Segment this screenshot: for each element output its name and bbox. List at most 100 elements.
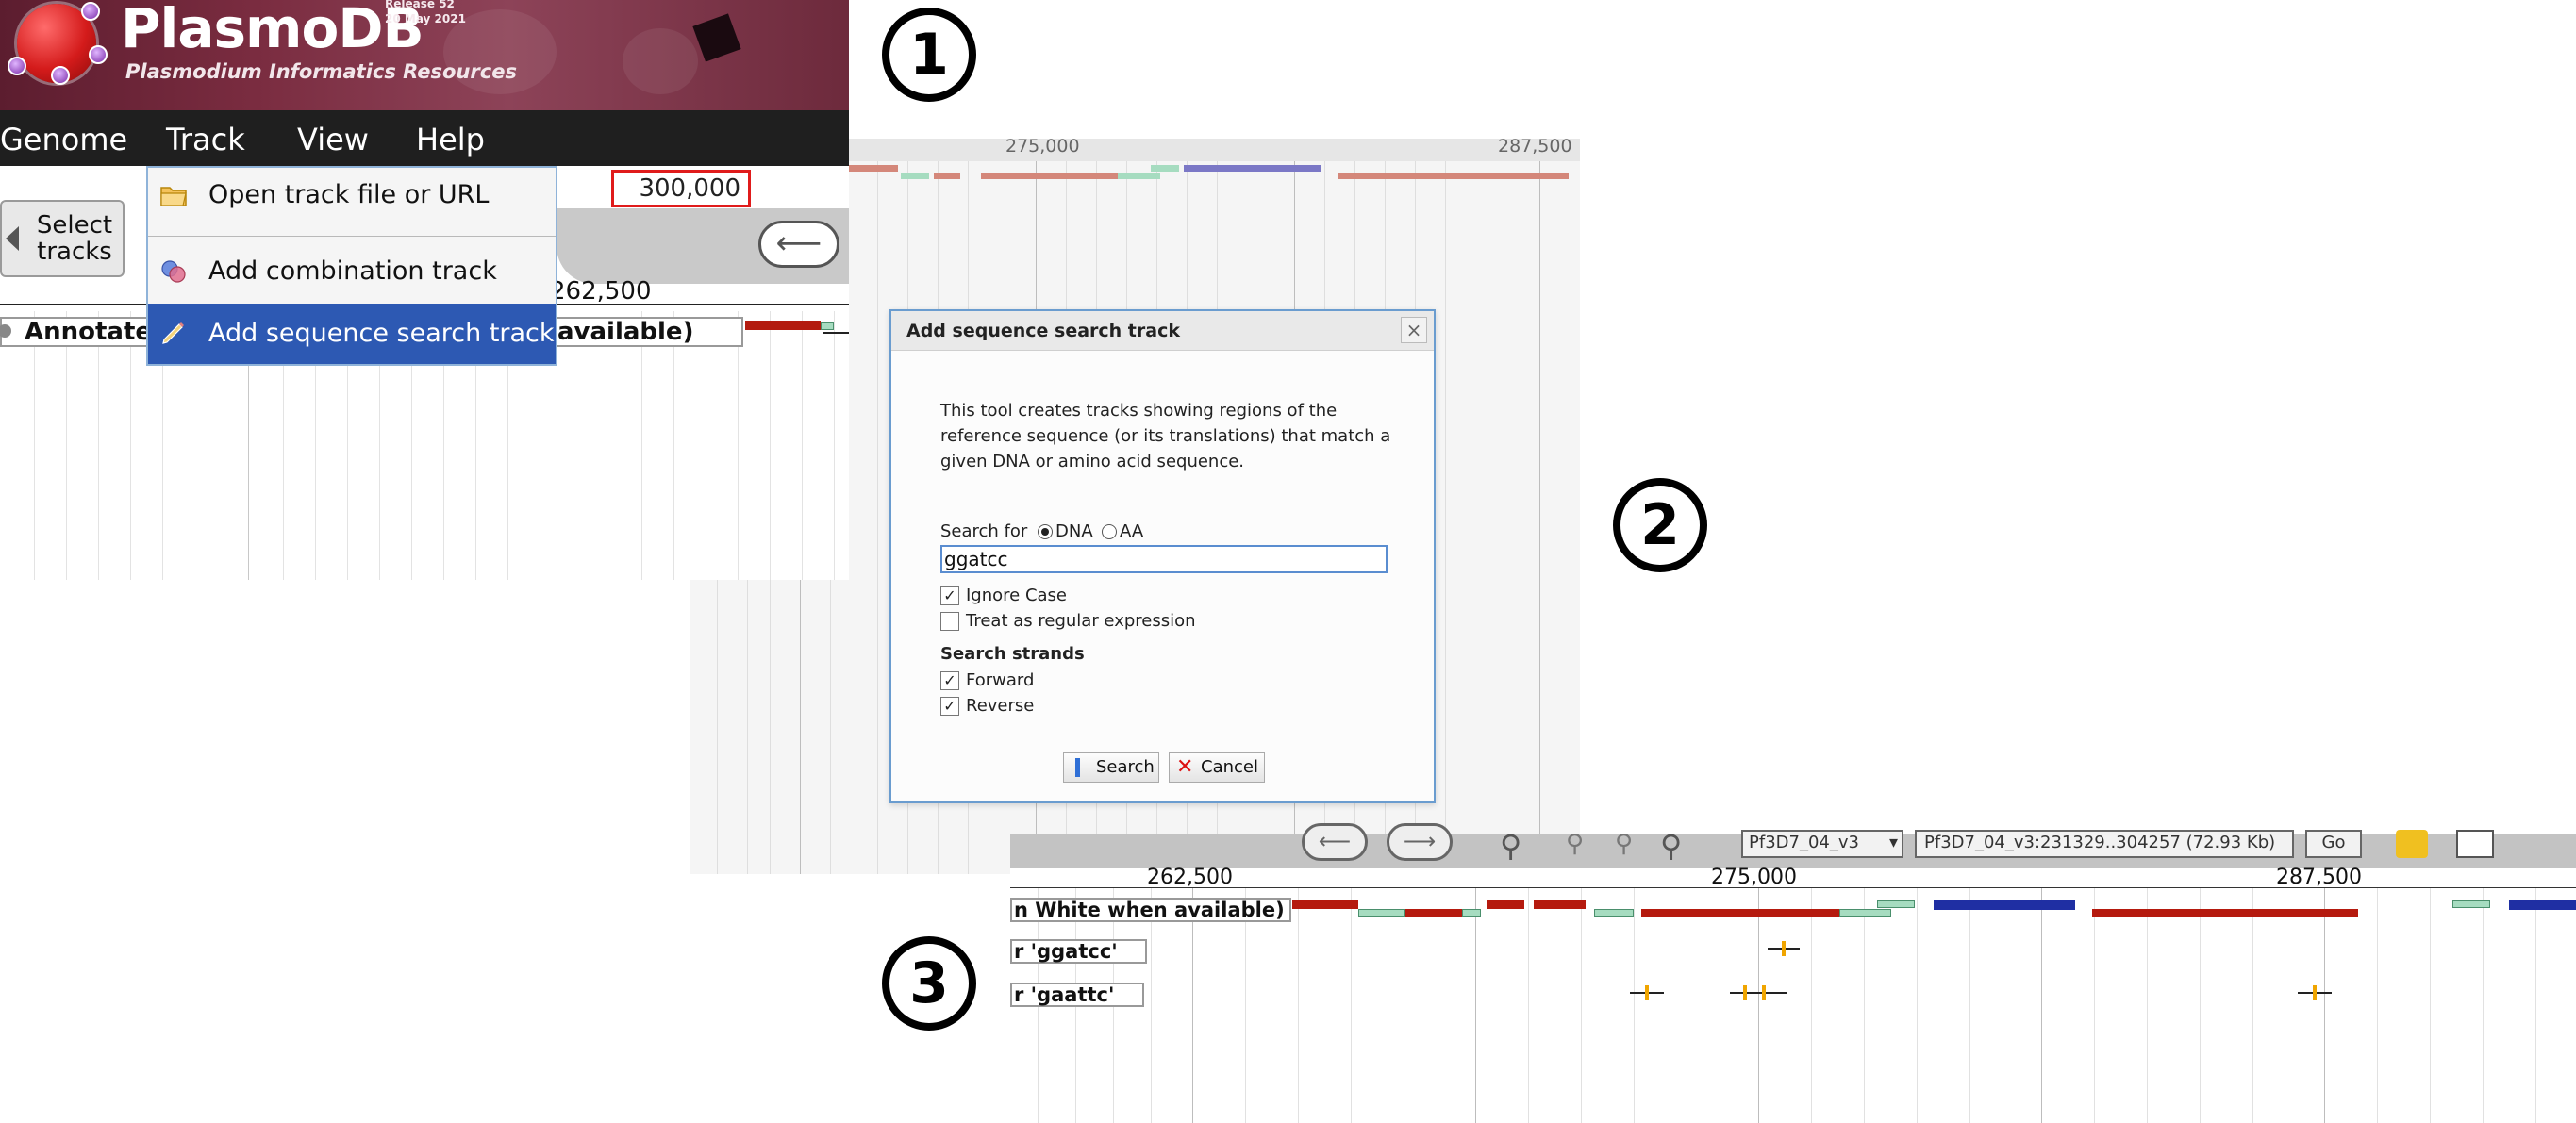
- hit-marker: [1645, 985, 1649, 1000]
- cancel-button[interactable]: ✕ Cancel: [1169, 752, 1265, 783]
- menu-item-label: Open track file or URL: [208, 180, 490, 209]
- gene-feature[interactable]: [1184, 165, 1321, 172]
- gene-feature[interactable]: [1151, 165, 1179, 172]
- grid-line: [717, 580, 718, 874]
- gene-feature[interactable]: [1877, 900, 1915, 908]
- highlight-icon[interactable]: [2396, 830, 2428, 858]
- gene-feature[interactable]: [1118, 173, 1160, 179]
- gene-feature[interactable]: [2509, 900, 2576, 910]
- step-2-marker: 2: [1613, 478, 1707, 572]
- menu-item-open-track[interactable]: Open track file or URL: [148, 169, 556, 222]
- gene-feature[interactable]: [901, 173, 929, 179]
- grid-line: [1445, 161, 1446, 874]
- pan-left-button[interactable]: ⟵: [1302, 823, 1368, 861]
- zoom-in-small-icon[interactable]: ⚲: [1615, 830, 1633, 858]
- gene-feature[interactable]: [745, 321, 821, 330]
- ggatcc-track-label[interactable]: r 'ggatcc': [1010, 939, 1147, 964]
- zoom-out-small-icon[interactable]: ⚲: [1566, 830, 1584, 858]
- sequence-search-dialog: Add sequence search track × This tool cr…: [889, 309, 1436, 803]
- menu-item-sequence-search-track[interactable]: Add sequence search track: [148, 304, 556, 364]
- zoom-in-icon[interactable]: ⚲: [1660, 828, 1682, 864]
- select-tracks-button[interactable]: Select tracks: [0, 200, 125, 277]
- gene-feature[interactable]: [1462, 909, 1481, 917]
- forward-checkbox[interactable]: ✓: [940, 671, 959, 690]
- gene-feature[interactable]: [1487, 900, 1524, 909]
- radio-dna-label[interactable]: DNA: [1055, 521, 1093, 541]
- menu-view[interactable]: View: [297, 122, 369, 157]
- gene-feature[interactable]: [1338, 173, 1569, 179]
- gene-feature[interactable]: [823, 332, 851, 334]
- location-field-highlight[interactable]: 300,000: [611, 170, 751, 207]
- release-info: Release 52 20 May 2021: [385, 0, 466, 26]
- gene-feature[interactable]: [981, 173, 1118, 179]
- search-hit-gaattc[interactable]: [1630, 985, 1664, 1000]
- regex-checkbox[interactable]: [940, 612, 959, 631]
- menu-help[interactable]: Help: [416, 122, 485, 157]
- banner-decoration: [623, 28, 698, 94]
- annotated-genes-track-label[interactable]: n White when available): [1010, 898, 1291, 922]
- search-hit-gaattc[interactable]: [2298, 985, 2332, 1000]
- gene-feature[interactable]: [2452, 900, 2490, 908]
- track-handle-icon: [0, 324, 11, 338]
- close-icon[interactable]: ×: [1401, 317, 1427, 343]
- track-dropdown-menu: Open track file or URL Add combination t…: [146, 166, 557, 366]
- radio-aa-label[interactable]: AA: [1120, 521, 1143, 541]
- chromosome-select[interactable]: Pf3D7_04_v3 ▾: [1741, 830, 1903, 858]
- gene-feature[interactable]: [849, 165, 898, 172]
- gene-feature[interactable]: [1534, 900, 1586, 909]
- pan-left-button[interactable]: ⟵: [758, 221, 839, 268]
- grid-line: [1917, 888, 1918, 1123]
- search-hit-gaattc[interactable]: [1730, 985, 1787, 1000]
- gene-feature[interactable]: [1641, 909, 1839, 917]
- radio-aa[interactable]: [1102, 524, 1117, 539]
- regex-label: Treat as regular expression: [966, 611, 1196, 631]
- panel-2-background: [690, 580, 851, 874]
- gene-feature[interactable]: [821, 322, 834, 330]
- gene-feature[interactable]: [1405, 909, 1462, 917]
- go-button[interactable]: Go: [2305, 830, 2362, 858]
- grid-line: [1758, 888, 1759, 1123]
- gene-feature[interactable]: [2092, 909, 2358, 917]
- grid-line: [2483, 888, 2484, 1123]
- grid-line: [877, 161, 878, 874]
- search-button[interactable]: Search: [1063, 752, 1159, 783]
- zoom-out-icon[interactable]: ⚲: [1500, 828, 1521, 864]
- menu-item-label: Add combination track: [208, 256, 497, 286]
- ruler-tick-label: 262,500: [550, 277, 652, 306]
- grid-line: [2094, 888, 2095, 1123]
- site-subtitle: Plasmodium Informatics Resources: [125, 60, 517, 83]
- pan-right-button[interactable]: ⟶: [1387, 823, 1453, 861]
- reverse-checkbox[interactable]: ✓: [940, 697, 959, 716]
- menu-item-combination-track[interactable]: Add combination track: [148, 245, 556, 298]
- menu-track[interactable]: Track: [166, 122, 245, 157]
- grid-line: [1539, 161, 1540, 874]
- banner-decoration: [692, 13, 741, 62]
- grid-line: [1475, 888, 1476, 1123]
- search-for-label: Search for: [940, 521, 1028, 541]
- folder-icon: [160, 187, 187, 206]
- logo-dot: [81, 2, 100, 21]
- grid-line: [1151, 888, 1152, 1123]
- site-title[interactable]: PlasmoDB: [121, 0, 424, 60]
- menu-genome[interactable]: Genome: [0, 122, 127, 157]
- gene-feature[interactable]: [1594, 909, 1634, 917]
- cancel-button-label: Cancel: [1201, 757, 1258, 777]
- hit-marker: [2313, 985, 2317, 1000]
- hit-line: [1730, 992, 1787, 994]
- ignore-case-checkbox[interactable]: ✓: [940, 586, 959, 605]
- radio-dna[interactable]: [1038, 524, 1053, 539]
- grid-line: [2041, 888, 2042, 1123]
- gene-feature[interactable]: [1839, 909, 1891, 917]
- gene-feature[interactable]: [1358, 909, 1405, 917]
- search-hit-ggatcc[interactable]: [1768, 941, 1800, 956]
- ruler-tick-label: 275,000: [1711, 866, 1797, 889]
- location-input[interactable]: Pf3D7_04_v3:231329..304257 (72.93 Kb): [1915, 830, 2294, 858]
- gene-feature[interactable]: [934, 173, 960, 179]
- screenshot-icon[interactable]: [2456, 830, 2494, 858]
- grid-line: [1245, 888, 1246, 1123]
- sequence-query-input[interactable]: ggatcc: [940, 545, 1388, 573]
- gene-feature[interactable]: [1934, 900, 2075, 910]
- grid-line: [2377, 888, 2378, 1123]
- gaattc-track-label[interactable]: r 'gaattc': [1010, 983, 1144, 1007]
- gene-feature[interactable]: [1292, 900, 1358, 909]
